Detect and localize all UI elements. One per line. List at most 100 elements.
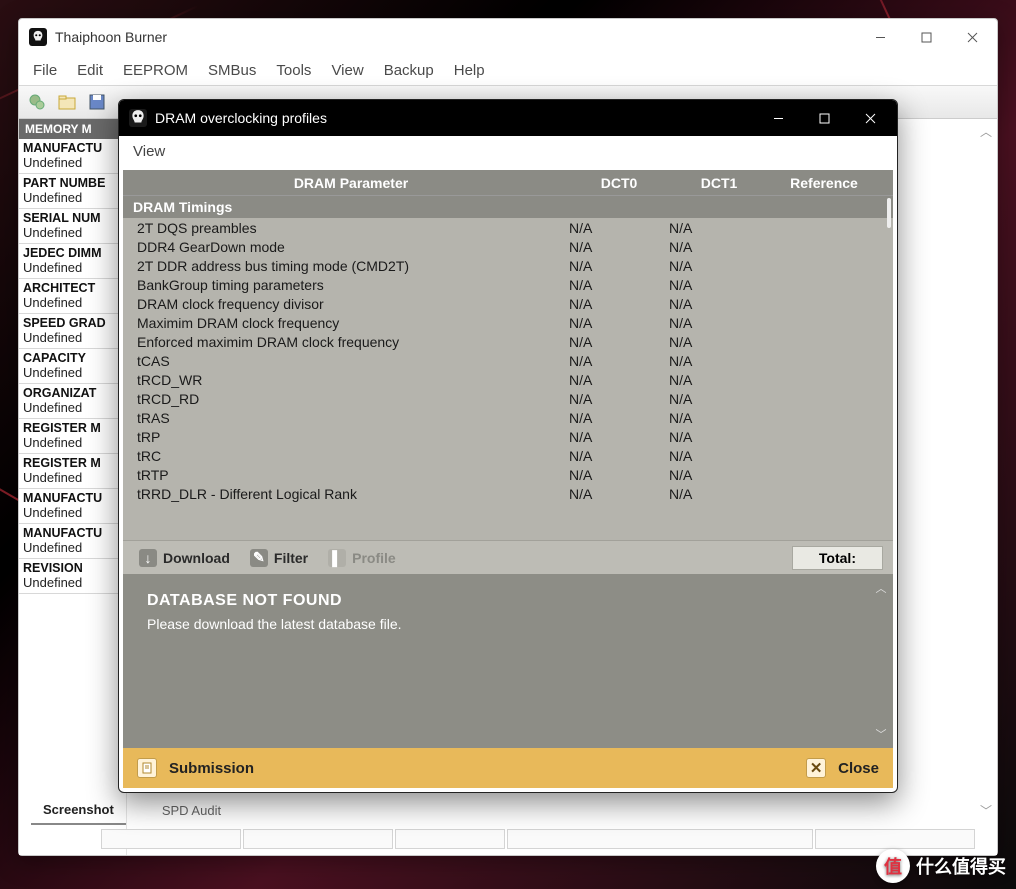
dialog-footer: Submission ✕ Close xyxy=(123,748,893,788)
table-row[interactable]: tRCN/AN/A xyxy=(123,446,893,465)
field-label: CAPACITY xyxy=(23,351,122,365)
scroll-up-icon[interactable]: ︿ xyxy=(980,123,992,140)
table-row[interactable]: tRRD_DLR - Different Logical RankN/AN/A xyxy=(123,484,893,503)
submission-button[interactable]: Submission xyxy=(169,760,254,777)
scroll-up-icon[interactable]: ︿ xyxy=(876,580,887,596)
field-value: Undefined xyxy=(23,505,122,520)
menu-view[interactable]: View xyxy=(321,58,373,83)
filter-button[interactable]: ✎ Filter xyxy=(244,547,314,569)
field-value: Undefined xyxy=(23,330,122,345)
menu-smbus[interactable]: SMBus xyxy=(198,58,266,83)
tab-spd-audit[interactable]: SPD Audit xyxy=(150,800,233,824)
menu-backup[interactable]: Backup xyxy=(374,58,444,83)
cell-dct1: N/A xyxy=(669,334,769,350)
field-label: JEDEC DIMM xyxy=(23,246,122,260)
cell-dct1: N/A xyxy=(669,353,769,369)
cell-dct0: N/A xyxy=(569,448,669,464)
side-field: ARCHITECTUndefined xyxy=(19,279,126,314)
close-icon[interactable]: ✕ xyxy=(806,758,826,778)
dialog-menubar: View xyxy=(119,136,897,166)
field-value: Undefined xyxy=(23,470,122,485)
field-label: MANUFACTU xyxy=(23,141,122,155)
dialog-minimize-button[interactable] xyxy=(755,103,801,133)
cell-param: tRCD_RD xyxy=(123,391,569,407)
main-scrollbar[interactable]: ︿ ﹀ xyxy=(977,119,995,823)
field-label: REVISION xyxy=(23,561,122,575)
side-field: REGISTER MUndefined xyxy=(19,419,126,454)
col-header-dct0: DCT0 xyxy=(569,175,669,191)
dialog-menu-view[interactable]: View xyxy=(125,139,173,164)
table-row[interactable]: Enforced maximim DRAM clock frequency N/A… xyxy=(123,332,893,351)
cell-param: tRP xyxy=(123,429,569,445)
minimize-button[interactable] xyxy=(857,22,903,52)
toolbar-gear-icon[interactable] xyxy=(23,89,51,115)
cell-param: tRAS xyxy=(123,410,569,426)
side-field: MANUFACTUUndefined xyxy=(19,489,126,524)
section-header: MEMORY M xyxy=(19,119,126,139)
profile-button: ▌ Profile xyxy=(322,547,402,569)
table-row[interactable]: tRCD_WRN/AN/A xyxy=(123,370,893,389)
toolbar-save-icon[interactable] xyxy=(83,89,111,115)
download-button[interactable]: ↓ Download xyxy=(133,547,236,569)
table-row[interactable]: tRTPN/AN/A xyxy=(123,465,893,484)
menu-help[interactable]: Help xyxy=(444,58,495,83)
table-body[interactable]: DRAM Timings 2T DQS preamblesN/AN/ADDR4 … xyxy=(123,196,893,540)
scroll-thumb[interactable] xyxy=(887,198,891,228)
dialog-close-button[interactable] xyxy=(847,103,893,133)
cell-dct1: N/A xyxy=(669,486,769,502)
field-value: Undefined xyxy=(23,365,122,380)
close-button[interactable]: Close xyxy=(838,760,879,777)
side-field: REVISIONUndefined xyxy=(19,559,126,594)
cell-param: tCAS xyxy=(123,353,569,369)
cell-param: Enforced maximim DRAM clock frequency xyxy=(123,334,569,350)
cell-dct0: N/A xyxy=(569,372,669,388)
table-row[interactable]: Maximim DRAM clock frequencyN/AN/A xyxy=(123,313,893,332)
menu-tools[interactable]: Tools xyxy=(266,58,321,83)
cell-dct0: N/A xyxy=(569,296,669,312)
param-table: DRAM Parameter DCT0 DCT1 Reference DRAM … xyxy=(123,170,893,540)
side-field: REGISTER MUndefined xyxy=(19,454,126,489)
group-row: DRAM Timings xyxy=(123,196,893,218)
cell-dct0: N/A xyxy=(569,353,669,369)
maximize-button[interactable] xyxy=(903,22,949,52)
cell-param: tRCD_WR xyxy=(123,372,569,388)
field-value: Undefined xyxy=(23,540,122,555)
table-row[interactable]: DRAM clock frequency divisorN/AN/A xyxy=(123,294,893,313)
menu-file[interactable]: File xyxy=(23,58,67,83)
side-field: JEDEC DIMMUndefined xyxy=(19,244,126,279)
cell-dct1: N/A xyxy=(669,277,769,293)
field-value: Undefined xyxy=(23,400,122,415)
field-label: PART NUMBE xyxy=(23,176,122,190)
dialog-maximize-button[interactable] xyxy=(801,103,847,133)
table-row[interactable]: tCASN/AN/A xyxy=(123,351,893,370)
scroll-down-icon[interactable]: ﹀ xyxy=(876,726,887,742)
cell-dct1: N/A xyxy=(669,448,769,464)
field-label: REGISTER M xyxy=(23,456,122,470)
table-row[interactable]: DDR4 GearDown modeN/AN/A xyxy=(123,237,893,256)
close-button[interactable] xyxy=(949,22,995,52)
menu-edit[interactable]: Edit xyxy=(67,58,113,83)
toolbar-folder-icon[interactable] xyxy=(53,89,81,115)
message-scrollbar[interactable]: ︿ ﹀ xyxy=(873,580,889,742)
scroll-down-icon[interactable]: ﹀ xyxy=(980,802,992,819)
table-row[interactable]: 2T DQS preamblesN/AN/A xyxy=(123,218,893,237)
main-window-title: Thaiphoon Burner xyxy=(55,29,167,45)
tab-screenshot[interactable]: Screenshot xyxy=(31,799,126,825)
side-field: PART NUMBEUndefined xyxy=(19,174,126,209)
download-icon: ↓ xyxy=(139,549,157,567)
main-titlebar[interactable]: Thaiphoon Burner xyxy=(19,19,997,55)
table-row[interactable]: 2T DDR address bus timing mode (CMD2T)N/… xyxy=(123,256,893,275)
filter-icon: ✎ xyxy=(250,549,268,567)
menu-eeprom[interactable]: EEPROM xyxy=(113,58,198,83)
field-value: Undefined xyxy=(23,435,122,450)
table-row[interactable]: tRPN/AN/A xyxy=(123,427,893,446)
table-scrollbar[interactable] xyxy=(885,196,891,540)
table-row[interactable]: tRASN/AN/A xyxy=(123,408,893,427)
profile-icon: ▌ xyxy=(328,549,346,567)
dialog-titlebar[interactable]: DRAM overclocking profiles xyxy=(119,100,897,136)
table-row[interactable]: tRCD_RDN/AN/A xyxy=(123,389,893,408)
table-row[interactable]: BankGroup timing parametersN/AN/A xyxy=(123,275,893,294)
filter-bar: ↓ Download ✎ Filter ▌ Profile Total: xyxy=(123,540,893,574)
side-panel: MEMORY M MANUFACTUUndefinedPART NUMBEUnd… xyxy=(19,119,127,855)
cell-dct1: N/A xyxy=(669,410,769,426)
